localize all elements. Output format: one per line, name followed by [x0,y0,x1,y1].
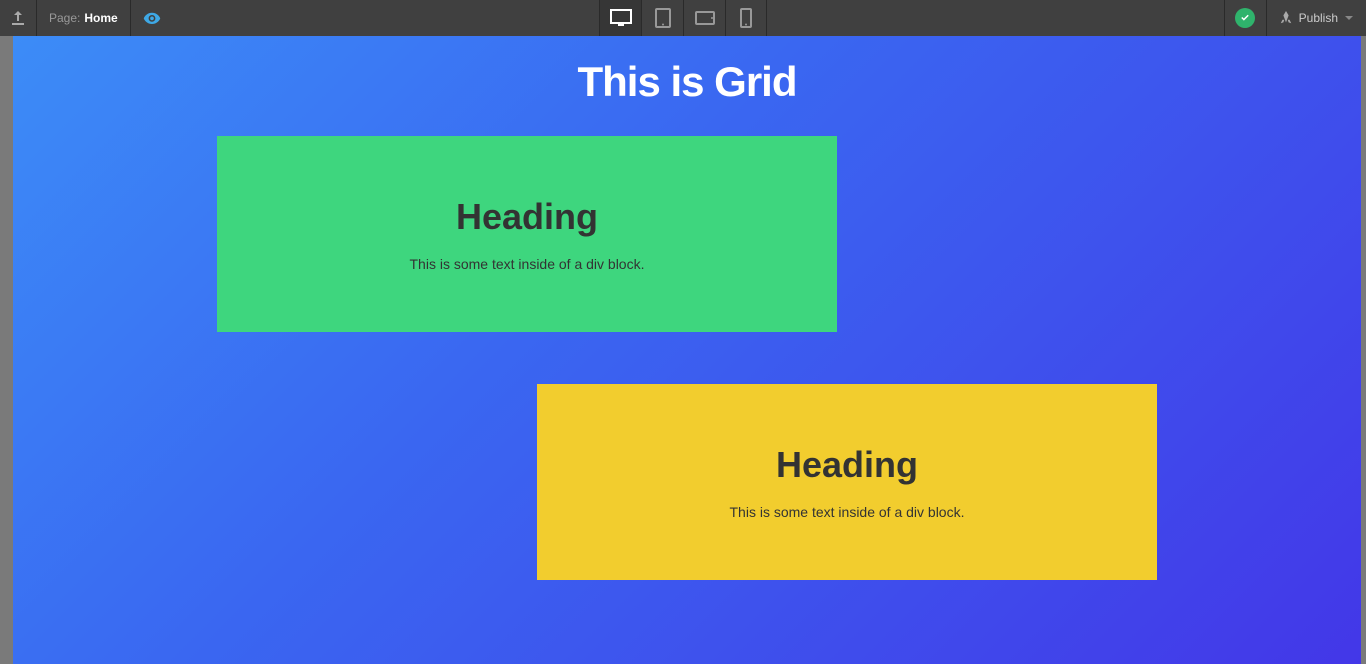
page-name: Home [84,11,117,25]
device-desktop-button[interactable] [599,0,641,36]
device-mobile-button[interactable] [725,0,767,36]
desktop-icon [610,9,632,27]
top-toolbar: Page: Home Publish [0,0,1366,36]
status-check-icon [1235,8,1255,28]
page-label: Page: [49,11,80,25]
design-canvas[interactable]: This is Grid Heading This is some text i… [13,36,1361,664]
chevron-down-icon [1344,13,1354,23]
tablet-icon [655,8,671,28]
grid-row: Heading This is some text inside of a di… [217,136,1157,332]
preview-button[interactable] [131,0,173,36]
card-green[interactable]: Heading This is some text inside of a di… [217,136,837,332]
publish-button[interactable]: Publish [1266,0,1366,36]
publish-label: Publish [1299,11,1338,25]
toolbar-right-group: Publish [1224,0,1366,36]
card-heading[interactable]: Heading [557,444,1137,486]
device-tablet-landscape-button[interactable] [683,0,725,36]
device-tablet-button[interactable] [641,0,683,36]
canvas-wrapper: This is Grid Heading This is some text i… [0,36,1366,664]
export-button[interactable] [0,0,37,36]
page-title[interactable]: This is Grid [13,36,1361,136]
page-selector[interactable]: Page: Home [37,0,131,36]
device-switcher [599,0,767,36]
mobile-icon [740,8,752,28]
tablet-landscape-icon [695,11,715,25]
card-heading[interactable]: Heading [237,196,817,238]
export-icon [10,10,26,26]
toolbar-left-group: Page: Home [0,0,173,36]
card-text[interactable]: This is some text inside of a div block. [557,504,1137,520]
eye-icon [143,9,161,27]
grid-row: Heading This is some text inside of a di… [217,384,1157,580]
rocket-icon [1279,11,1293,25]
card-text[interactable]: This is some text inside of a div block. [237,256,817,272]
card-yellow[interactable]: Heading This is some text inside of a di… [537,384,1157,580]
status-button[interactable] [1224,0,1266,36]
grid-container[interactable]: Heading This is some text inside of a di… [217,136,1157,580]
